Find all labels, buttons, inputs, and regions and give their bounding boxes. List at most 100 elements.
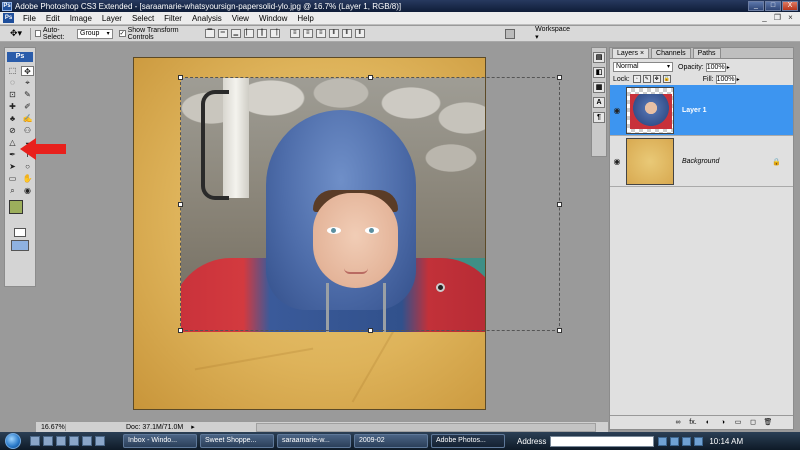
trash-icon[interactable]: 🗑	[763, 418, 773, 427]
boy-photo-layer[interactable]	[181, 78, 485, 332]
history-brush-tool-icon[interactable]: ✍	[21, 114, 34, 124]
distribute-right-icon[interactable]: ⦀	[354, 29, 365, 38]
opacity-field[interactable]: 100%	[705, 62, 726, 72]
menu-window[interactable]: Window	[254, 14, 292, 23]
new-group-icon[interactable]: ▭	[733, 418, 743, 427]
menu-layer[interactable]: Layer	[97, 14, 127, 23]
menu-view[interactable]: View	[227, 14, 254, 23]
folder-icon[interactable]	[95, 436, 105, 446]
gradient-tool-icon[interactable]: ⚇	[21, 126, 34, 136]
link-layers-icon[interactable]: ∞	[673, 418, 683, 427]
volume-icon[interactable]	[682, 436, 692, 446]
align-left-icon[interactable]: ▏	[243, 29, 254, 38]
zoom-tool-icon[interactable]: ◉	[21, 186, 34, 196]
network-icon[interactable]	[670, 436, 680, 446]
path-select-tool-icon[interactable]: ➤	[6, 162, 19, 172]
doc-close-button[interactable]: ×	[785, 13, 796, 23]
shape-tool-icon[interactable]: ○	[21, 162, 34, 172]
tab-layers[interactable]: Layers ×	[612, 48, 650, 58]
layer-mask-icon[interactable]: ◐	[703, 418, 713, 427]
paragraph-panel-icon[interactable]: ¶	[593, 112, 605, 123]
move-tool-icon[interactable]: ✥	[21, 66, 34, 76]
taskbar-button-saraamarie[interactable]: saraamarie-w...	[277, 434, 351, 448]
show-transform-checkbox[interactable]: ✓ Show Transform Controls	[118, 27, 192, 41]
tray-app-icon[interactable]	[694, 436, 704, 446]
align-right-icon[interactable]: ▕	[269, 29, 280, 38]
menu-analysis[interactable]: Analysis	[187, 14, 227, 23]
layer-style-icon[interactable]: fx.	[688, 418, 698, 427]
menu-filter[interactable]: Filter	[159, 14, 187, 23]
taskbar-button-2009-02[interactable]: 2009-02	[354, 434, 428, 448]
distribute-left-icon[interactable]: ⦀	[328, 29, 339, 38]
taskbar-button-sweet-shoppe[interactable]: Sweet Shoppe...	[200, 434, 274, 448]
media-icon[interactable]	[82, 436, 92, 446]
auto-select-checkbox[interactable]: Auto-Select:	[34, 27, 74, 41]
quick-mask-icon[interactable]	[14, 228, 26, 237]
transform-handle[interactable]	[557, 202, 562, 207]
workspace-menu[interactable]: Workspace ▾	[535, 26, 570, 41]
new-layer-icon[interactable]: ◻	[748, 418, 758, 427]
menu-edit[interactable]: Edit	[41, 14, 65, 23]
character-panel-icon[interactable]: A	[593, 97, 605, 108]
menu-select[interactable]: Select	[127, 14, 159, 23]
layer-name[interactable]: Layer 1	[682, 107, 707, 114]
blend-mode-dropdown[interactable]: Normal ▾	[613, 62, 673, 72]
align-bottom-icon[interactable]: ▁	[230, 29, 241, 38]
actions-panel-icon[interactable]: ▦	[593, 82, 605, 93]
maximize-button[interactable]: □	[765, 1, 781, 11]
notes-tool-icon[interactable]: ▭	[6, 174, 19, 184]
slice-tool-icon[interactable]: ✎	[21, 90, 34, 100]
move-tool-icon[interactable]: ✥▾	[6, 27, 26, 40]
lock-transparency-icon[interactable]: ▫	[632, 75, 641, 83]
menu-help[interactable]: Help	[292, 14, 318, 23]
switch-windows-icon[interactable]	[43, 436, 53, 446]
transform-handle[interactable]	[557, 75, 562, 80]
marquee-tool-icon[interactable]: ⬚	[6, 66, 19, 76]
fill-field[interactable]: 100%	[715, 74, 736, 84]
start-button[interactable]	[0, 432, 26, 450]
menu-file[interactable]: File	[18, 14, 41, 23]
status-menu-arrow-icon[interactable]: ▸	[191, 423, 195, 431]
align-top-icon[interactable]: ▔	[204, 29, 215, 38]
layer-row-layer-1[interactable]: ◉ Layer 1	[610, 85, 793, 136]
minimize-button[interactable]: _	[748, 1, 764, 11]
tab-paths[interactable]: Paths	[692, 48, 721, 58]
lasso-tool-icon[interactable]: ◌	[6, 78, 19, 88]
distribute-bottom-icon[interactable]: ≡	[315, 29, 326, 38]
brush-tool-icon[interactable]: ✐	[21, 102, 34, 112]
fill-slider-arrow-icon[interactable]: ▸	[737, 76, 740, 83]
navigator-panel-icon[interactable]: ▤	[593, 52, 605, 63]
document-canvas[interactable]	[133, 57, 486, 410]
menu-image[interactable]: Image	[65, 14, 97, 23]
distribute-top-icon[interactable]: ≡	[289, 29, 300, 38]
go-arrow-icon[interactable]	[658, 436, 668, 446]
bridge-icon[interactable]	[504, 28, 516, 39]
eye-icon[interactable]: ◉	[610, 106, 624, 115]
doc-minimize-button[interactable]: _	[759, 13, 770, 23]
pen-tool-icon[interactable]: ✒	[6, 150, 19, 160]
horizontal-scrollbar[interactable]	[256, 423, 596, 432]
layer-name[interactable]: Background	[682, 158, 719, 165]
doc-restore-button[interactable]: ❐	[772, 13, 783, 23]
foreground-color-swatch[interactable]	[9, 200, 23, 214]
magic-wand-tool-icon[interactable]: ⌖	[21, 78, 34, 88]
auto-select-dropdown[interactable]: Group ▾	[77, 28, 113, 39]
taskbar-button-inbox[interactable]: Inbox - Windo...	[123, 434, 197, 448]
distribute-vcenter-icon[interactable]: ≡	[302, 29, 313, 38]
eyedropper-tool-icon[interactable]: ✋	[21, 174, 34, 184]
show-desktop-icon[interactable]	[30, 436, 40, 446]
address-input[interactable]	[550, 435, 655, 447]
healing-tool-icon[interactable]: ✚	[6, 102, 19, 112]
taskbar-button-photoshop[interactable]: Adobe Photos...	[431, 434, 505, 448]
browser-icon[interactable]	[56, 436, 66, 446]
stamp-tool-icon[interactable]: ♣	[6, 114, 19, 124]
distribute-hcenter-icon[interactable]: ⦀	[341, 29, 352, 38]
align-vcenter-icon[interactable]: ═	[217, 29, 228, 38]
tab-channels[interactable]: Channels	[651, 48, 691, 58]
adjustment-layer-icon[interactable]: ◑	[718, 418, 728, 427]
blur-tool-icon[interactable]: △	[6, 138, 19, 148]
align-hcenter-icon[interactable]: ║	[256, 29, 267, 38]
lock-position-icon[interactable]: ✥	[652, 75, 661, 83]
hand-tool-icon[interactable]: ⌕	[6, 186, 19, 196]
layer-row-background[interactable]: ◉ Background 🔒	[610, 136, 793, 187]
